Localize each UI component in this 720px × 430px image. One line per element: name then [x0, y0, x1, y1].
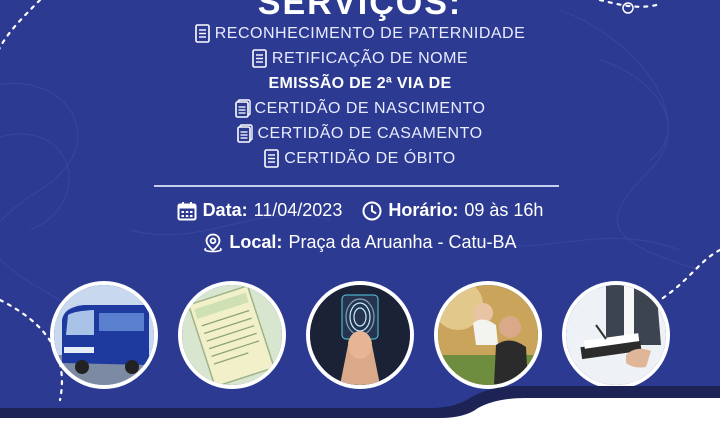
second-copy-heading: EMISSÃO DE 2ª VIA DE [0, 71, 720, 96]
document-icon [237, 124, 254, 143]
document-icon [264, 149, 280, 168]
certificate-item: CERTIDÃO DE NASCIMENTO [0, 96, 720, 121]
second-copy-label: EMISSÃO DE 2ª VIA DE [268, 74, 452, 92]
certificate-label: CERTIDÃO DE CASAMENTO [257, 124, 483, 142]
certificate-label: CERTIDÃO DE NASCIMENTO [254, 99, 486, 117]
time-value: 09 às 16h [464, 200, 544, 220]
bus-photo [50, 281, 158, 389]
service-item: RECONHECIMENTO DE PATERNIDADE [0, 21, 720, 46]
calendar-icon [177, 201, 197, 220]
date-label: Data: [202, 200, 248, 220]
document-icon [234, 99, 251, 118]
date-time-row: Data: 11/04/2023 Horário: 09 às 16h [0, 200, 720, 221]
service-label: RECONHECIMENTO DE PATERNIDADE [214, 24, 526, 42]
clock-icon [362, 201, 382, 220]
bottom-wave [0, 386, 720, 430]
certificate-item: CERTIDÃO DE CASAMENTO [0, 121, 720, 146]
service-label: RETIFICAÇÃO DE NOME [271, 49, 469, 67]
certificate-label: CERTIDÃO DE ÓBITO [284, 149, 456, 167]
location-label: Local: [229, 232, 283, 252]
signing-document-photo [562, 281, 670, 389]
certificate-item: CERTIDÃO DE ÓBITO [0, 146, 720, 171]
location-value: Praça da Aruanha - Catu-BA [288, 232, 517, 252]
certificate-document-photo [178, 281, 286, 389]
services-list: RECONHECIMENTO DE PATERNIDADE RETIFICAÇÃ… [0, 21, 720, 171]
section-heading: SERVIÇOS: [257, 0, 463, 22]
divider [154, 185, 559, 187]
service-item: RETIFICAÇÃO DE NOME [0, 46, 720, 71]
location-pin-icon [204, 233, 223, 252]
document-icon [252, 49, 267, 68]
time-label: Horário: [388, 200, 459, 220]
location-row: Local: Praça da Aruanha - Catu-BA [0, 232, 720, 253]
document-icon [194, 24, 210, 43]
father-child-photo [434, 281, 542, 389]
date-value: 11/04/2023 [253, 200, 343, 220]
fingerprint-photo [306, 281, 414, 389]
